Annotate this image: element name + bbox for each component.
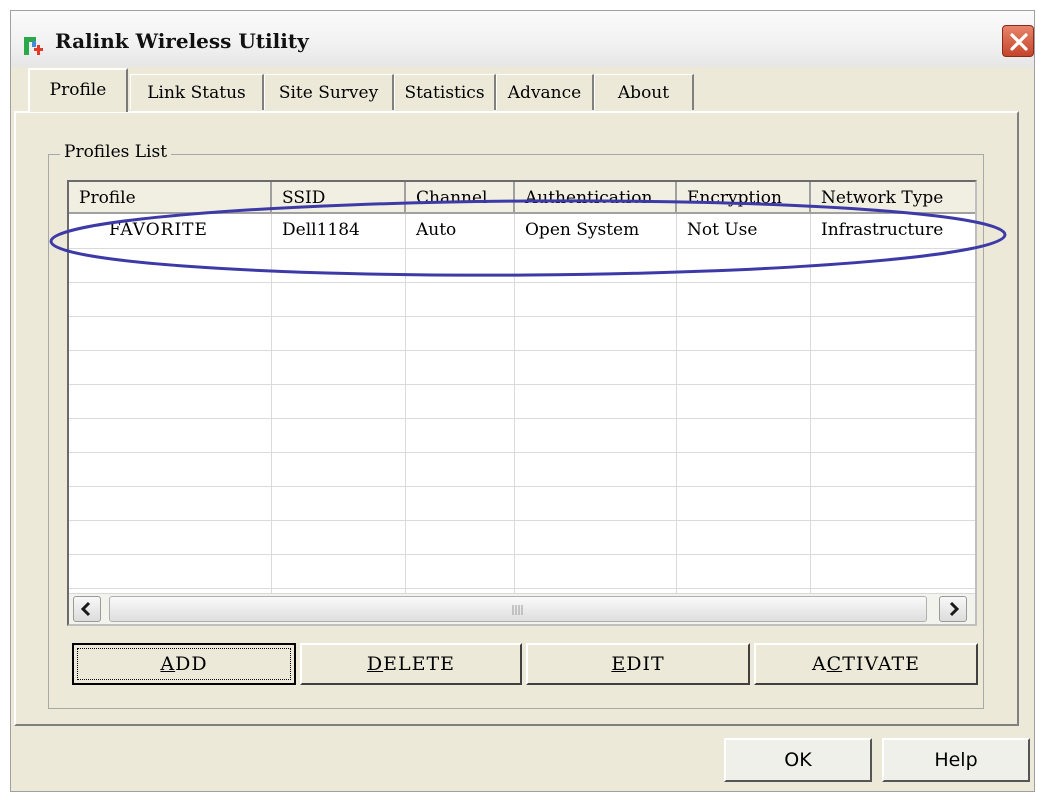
tab-profile-label: Profile — [49, 80, 107, 100]
edit-button[interactable]: EDIT — [526, 643, 750, 685]
activate-button[interactable]: ACTIVATE — [754, 643, 978, 685]
focus-ring — [77, 648, 291, 680]
activate-label: TIVATE — [842, 653, 921, 675]
help-button[interactable]: Help — [882, 738, 1030, 782]
ok-button[interactable]: OK — [724, 738, 872, 782]
activate-mnemonic: C — [826, 653, 843, 675]
tab-profile[interactable]: Profile — [28, 68, 128, 112]
edit-label: DIT — [626, 653, 665, 675]
activate-label-pre: A — [811, 653, 827, 675]
delete-label: ELETE — [383, 653, 456, 675]
edit-mnemonic: E — [611, 653, 627, 675]
delete-mnemonic: D — [366, 653, 384, 675]
add-button[interactable]: ADD — [72, 643, 296, 685]
delete-button[interactable]: DELETE — [300, 643, 522, 685]
